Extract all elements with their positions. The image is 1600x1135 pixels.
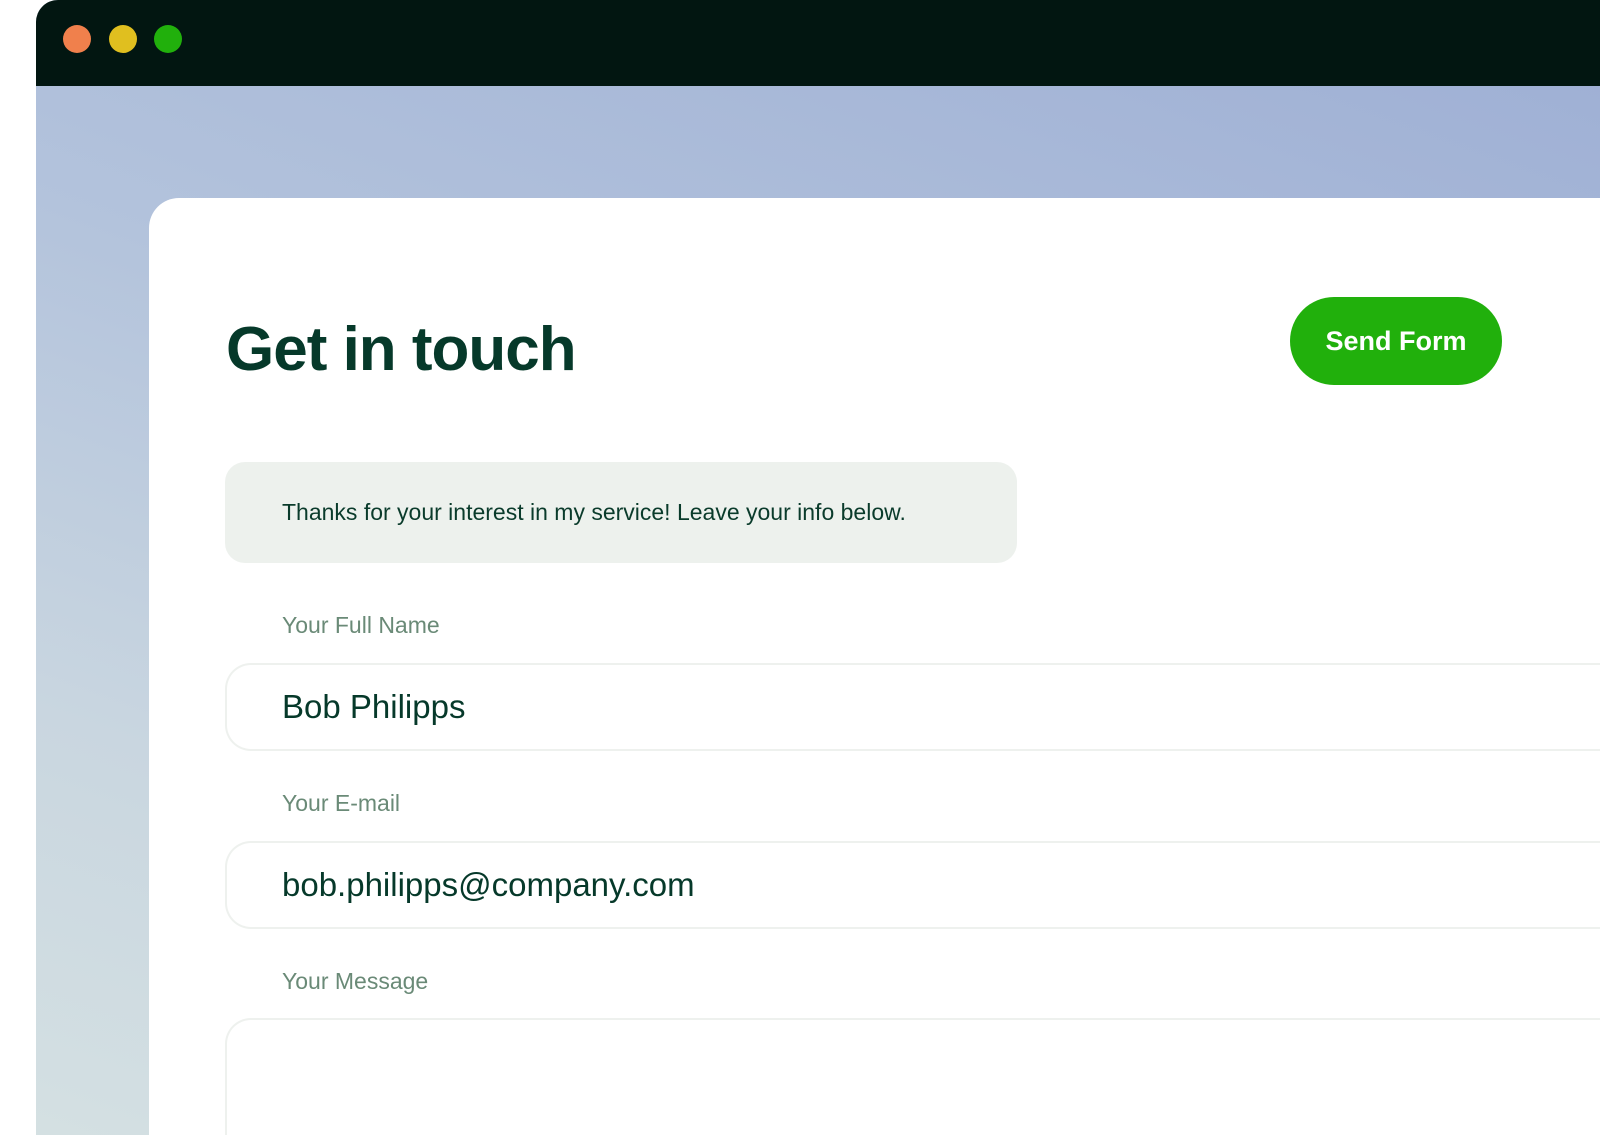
close-window-icon[interactable] <box>63 25 91 53</box>
full-name-input[interactable] <box>282 665 1482 749</box>
message-field <box>225 1018 1600 1135</box>
message-input[interactable] <box>282 1040 1482 1135</box>
email-label: Your E-mail <box>282 790 401 816</box>
send-form-button[interactable]: Send Form <box>1290 297 1502 385</box>
contact-form-card: Get in touch Send Form Thanks for your i… <box>149 198 1600 1135</box>
full-name-label: Your Full Name <box>282 612 440 638</box>
intro-text: Thanks for your interest in my service! … <box>282 499 906 525</box>
minimize-window-icon[interactable] <box>109 25 137 53</box>
page-title: Get in touch <box>226 315 577 384</box>
intro-message: Thanks for your interest in my service! … <box>225 462 1017 563</box>
full-name-field <box>225 663 1600 751</box>
message-label: Your Message <box>282 968 429 994</box>
email-input[interactable] <box>282 843 1482 927</box>
window-titlebar <box>36 0 1600 86</box>
browser-window: Get in touch Send Form Thanks for your i… <box>36 0 1600 1135</box>
email-field <box>225 841 1600 929</box>
maximize-window-icon[interactable] <box>154 25 182 53</box>
